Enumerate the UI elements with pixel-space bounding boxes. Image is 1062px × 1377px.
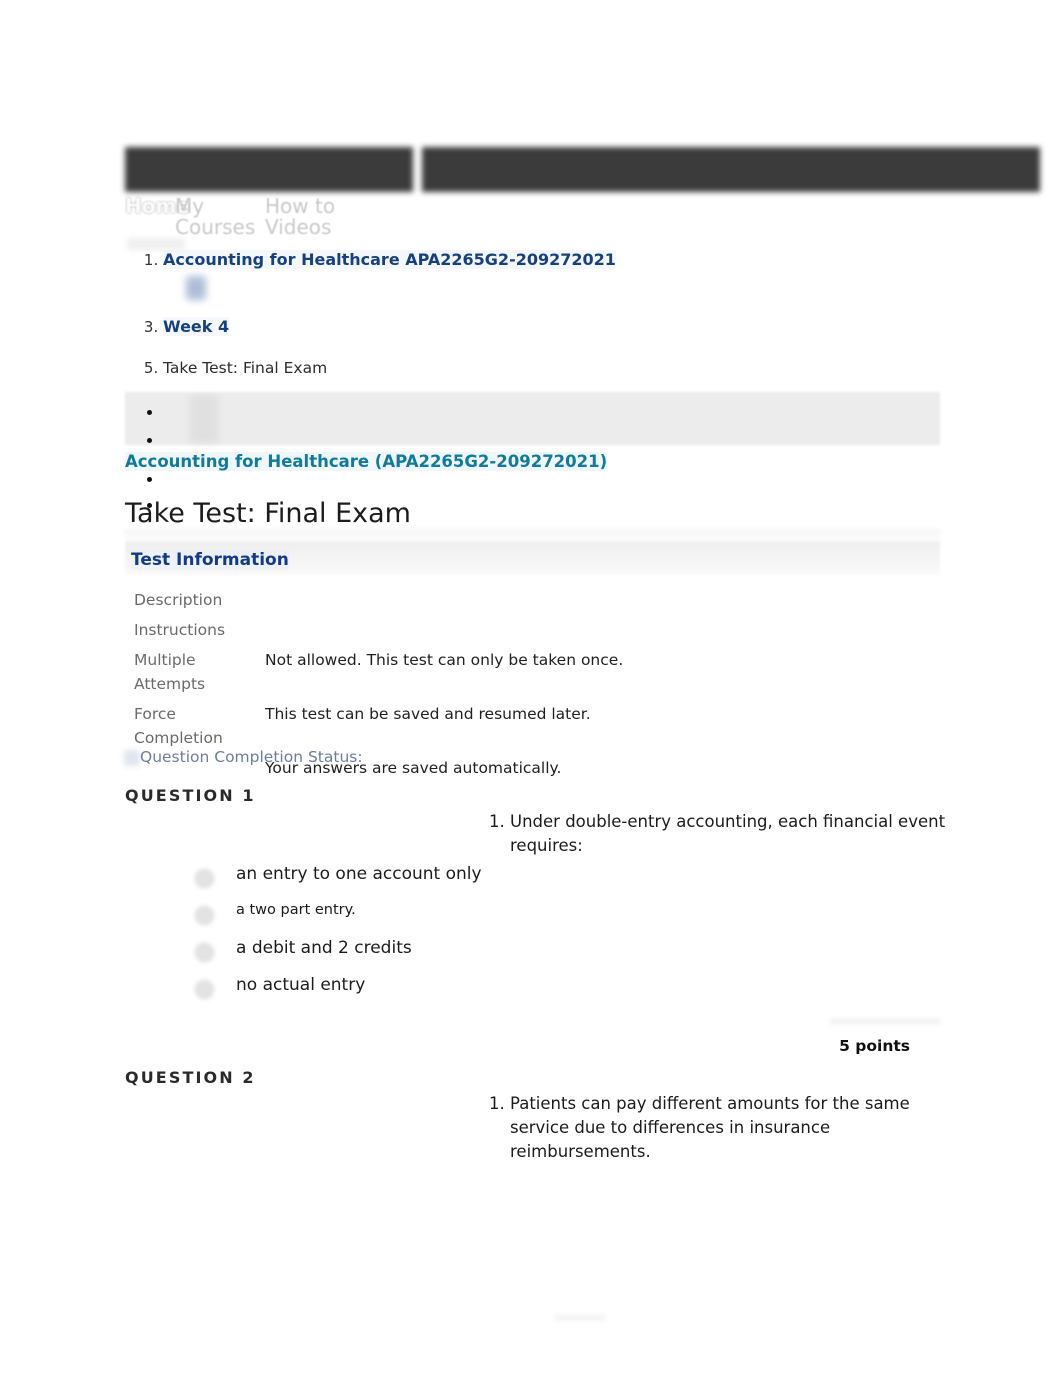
toolbar-bullet-list-top bbox=[125, 398, 163, 454]
test-info-value-instructions bbox=[265, 618, 694, 648]
radio-button-icon[interactable] bbox=[195, 906, 214, 925]
question-1-stem: Under double-entry accounting, each fina… bbox=[510, 810, 950, 858]
breadcrumb-item-week[interactable]: Week 4 bbox=[163, 317, 983, 336]
content-band-chip bbox=[190, 395, 218, 443]
test-info-value-multiple-attempts: Not allowed. This test can only be taken… bbox=[265, 651, 624, 669]
global-nav-links: Home My Courses How to Videos bbox=[125, 196, 645, 250]
navbar-right-segment bbox=[422, 147, 1040, 192]
question-2-stem: Patients can pay different amounts for t… bbox=[510, 1092, 950, 1164]
question-1-option-1[interactable]: an entry to one account only bbox=[190, 863, 490, 888]
question-1-options: an entry to one account only a two part … bbox=[190, 863, 490, 1011]
option-label: no actual entry bbox=[236, 975, 366, 995]
test-info-value-description bbox=[265, 588, 694, 618]
nav-link-my-courses[interactable]: My Courses bbox=[175, 196, 265, 238]
nav-decoration bbox=[127, 238, 185, 250]
question-1-points-divider bbox=[830, 1018, 940, 1025]
breadcrumb-spacer-1 bbox=[163, 269, 983, 317]
page-title: Take Test: Final Exam bbox=[125, 498, 411, 529]
breadcrumb-link-week[interactable]: Week 4 bbox=[163, 317, 230, 336]
option-label: a two part entry. bbox=[236, 902, 356, 918]
breadcrumb: Accounting for Healthcare APA2265G2-2092… bbox=[125, 250, 983, 377]
table-row: Instructions bbox=[134, 618, 694, 648]
option-label: an entry to one account only bbox=[236, 864, 482, 884]
question-completion-status-icon bbox=[124, 750, 140, 766]
question-1-label: QUESTION 1 bbox=[125, 786, 256, 805]
table-row: Description bbox=[134, 588, 694, 618]
content-band-background bbox=[125, 392, 940, 445]
question-1-option-3[interactable]: a debit and 2 credits bbox=[190, 937, 490, 962]
breadcrumb-item-course[interactable]: Accounting for Healthcare APA2265G2-2092… bbox=[163, 250, 983, 269]
navbar-left-segment bbox=[125, 147, 413, 192]
breadcrumb-item-current: Take Test: Final Exam bbox=[163, 359, 983, 377]
breadcrumb-current-label: Take Test: Final Exam bbox=[163, 359, 328, 377]
test-info-label-description: Description bbox=[134, 591, 223, 609]
test-info-label-multiple-attempts: Multiple Attempts bbox=[134, 651, 206, 693]
question-2-stem-list: Patients can pay different amounts for t… bbox=[478, 1092, 950, 1164]
question-1-option-2[interactable]: a two part entry. bbox=[190, 900, 490, 925]
breadcrumb-link-course[interactable]: Accounting for Healthcare APA2265G2-2092… bbox=[163, 250, 616, 269]
question-1-option-4[interactable]: no actual entry bbox=[190, 974, 490, 999]
nav-link-home[interactable]: Home bbox=[125, 196, 190, 217]
radio-button-icon[interactable] bbox=[195, 980, 214, 999]
option-label: a debit and 2 credits bbox=[236, 938, 412, 958]
question-1-points: 5 points bbox=[839, 1037, 910, 1055]
question-1-stem-list: Under double-entry accounting, each fina… bbox=[478, 810, 950, 858]
nav-link-how-to-videos[interactable]: How to Videos bbox=[265, 196, 375, 238]
radio-button-icon[interactable] bbox=[195, 943, 214, 962]
question-completion-status[interactable]: Question Completion Status: bbox=[140, 748, 363, 766]
course-title-link[interactable]: Accounting for Healthcare (APA2265G2-209… bbox=[125, 452, 608, 471]
top-navigation-bar bbox=[125, 147, 1040, 192]
radio-button-icon[interactable] bbox=[195, 869, 214, 888]
test-info-label-instructions: Instructions bbox=[134, 621, 226, 639]
breadcrumb-spacer-2 bbox=[163, 336, 983, 359]
question-2-label: QUESTION 2 bbox=[125, 1068, 256, 1087]
footer-decoration bbox=[555, 1315, 605, 1321]
table-row: Multiple Attempts Not allowed. This test… bbox=[134, 648, 694, 702]
test-information-title: Test Information bbox=[131, 550, 289, 570]
course-thumbnail-icon bbox=[186, 276, 206, 300]
